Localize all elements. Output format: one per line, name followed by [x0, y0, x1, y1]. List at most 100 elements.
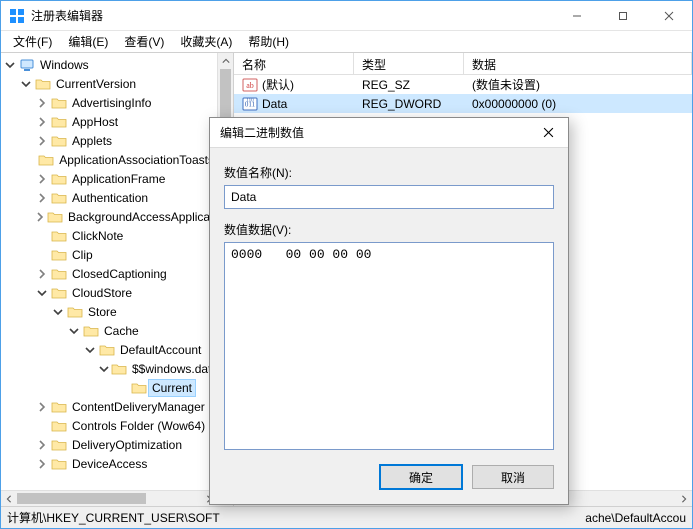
chevron-down-icon[interactable]: [67, 324, 81, 338]
column-type[interactable]: 类型: [354, 53, 464, 74]
value-name-input[interactable]: [224, 185, 554, 209]
cancel-button[interactable]: 取消: [472, 465, 554, 489]
tree-item[interactable]: DeliveryOptimization: [3, 435, 217, 454]
tree-item[interactable]: ContentDeliveryManager: [3, 397, 217, 416]
folder-icon: [51, 248, 67, 262]
tree-item-label: BackgroundAccessApplications: [65, 209, 217, 225]
chevron-down-icon[interactable]: [83, 343, 97, 357]
tree-item[interactable]: Applets: [3, 131, 217, 150]
scroll-right-icon[interactable]: [676, 491, 692, 506]
folder-icon: [51, 400, 67, 414]
ok-button[interactable]: 确定: [380, 465, 462, 489]
menu-edit[interactable]: 编辑(E): [60, 31, 116, 52]
tree-item-label: AdvertisingInfo: [69, 95, 154, 111]
tree-item-label: Store: [85, 304, 120, 320]
folder-icon: [51, 172, 67, 186]
edit-binary-dialog: 编辑二进制数值 数值名称(N): 数值数据(V): 0000 00 00 00 …: [209, 117, 569, 505]
value-type: REG_SZ: [354, 78, 464, 92]
tree-item-label: AppHost: [69, 114, 121, 130]
chevron-right-icon[interactable]: [35, 115, 49, 129]
folder-icon: [51, 286, 67, 300]
chevron-right-icon[interactable]: [35, 438, 49, 452]
tree-item-label: DefaultAccount: [117, 342, 204, 358]
registry-tree[interactable]: WindowsCurrentVersion AdvertisingInfo AppH…: [1, 53, 217, 490]
menu-help[interactable]: 帮助(H): [240, 31, 297, 52]
close-button[interactable]: [646, 1, 692, 31]
chevron-right-icon[interactable]: [35, 457, 49, 471]
tree-item[interactable]: AdvertisingInfo: [3, 93, 217, 112]
chevron-right-icon[interactable]: [35, 172, 49, 186]
chevron-right-icon[interactable]: [35, 191, 49, 205]
chevron-right-icon[interactable]: [35, 210, 45, 224]
folder-icon: [83, 324, 99, 338]
tree-item[interactable]: ClosedCaptioning: [3, 264, 217, 283]
tree-item[interactable]: Controls Folder (Wow64): [3, 416, 217, 435]
chevron-down-icon[interactable]: [3, 58, 17, 72]
column-name[interactable]: 名称: [234, 53, 354, 74]
tree-item-label: Current: [149, 380, 195, 396]
tree-item[interactable]: CloudStore: [3, 283, 217, 302]
folder-icon: [51, 267, 67, 281]
tree-item-label: CloudStore: [69, 285, 135, 301]
menu-file[interactable]: 文件(F): [5, 31, 60, 52]
tree-item-label: Cache: [101, 323, 142, 339]
value-row[interactable]: (默认) REG_SZ(数值未设置): [234, 75, 692, 94]
tree-item-label: ApplicationAssociationToasts: [56, 152, 217, 168]
column-data[interactable]: 数据: [464, 53, 692, 74]
minimize-button[interactable]: [554, 1, 600, 31]
value-name-label: 数值名称(N):: [224, 164, 554, 181]
folder-icon: [67, 305, 83, 319]
value-name: Data: [262, 97, 287, 111]
chevron-down-icon[interactable]: [19, 77, 33, 91]
tree-item[interactable]: DeviceAccess: [3, 454, 217, 473]
scroll-up-icon[interactable]: [218, 53, 234, 69]
tree-item[interactable]: Current: [3, 378, 217, 397]
value-data: (数值未设置): [464, 76, 692, 93]
statusbar: 计算机\HKEY_CURRENT_USER\SOFT ache\DefaultA…: [1, 506, 692, 528]
status-path-right: ache\DefaultAccou: [585, 511, 686, 525]
folder-icon: [51, 134, 67, 148]
tree-item[interactable]: BackgroundAccessApplications: [3, 207, 217, 226]
value-row[interactable]: DataREG_DWORD0x00000000 (0): [234, 94, 692, 113]
tree-twisty-none: [35, 229, 49, 243]
tree-item[interactable]: CurrentVersion: [3, 74, 217, 93]
tree-item-label: ClosedCaptioning: [69, 266, 170, 282]
tree-item[interactable]: $$windows.data: [3, 359, 217, 378]
tree-item[interactable]: Clip: [3, 245, 217, 264]
status-path-left: 计算机\HKEY_CURRENT_USER\SOFT: [7, 509, 220, 526]
hex-editor[interactable]: 0000 00 00 00 00 ....: [224, 242, 554, 450]
chevron-down-icon[interactable]: [35, 286, 49, 300]
tree-item[interactable]: Windows: [3, 55, 217, 74]
dialog-close-button[interactable]: [528, 118, 568, 148]
tree-item[interactable]: DefaultAccount: [3, 340, 217, 359]
chevron-down-icon[interactable]: [51, 305, 65, 319]
chevron-right-icon[interactable]: [35, 400, 49, 414]
tree-item[interactable]: Authentication: [3, 188, 217, 207]
folder-icon: [51, 419, 67, 433]
tree-item-label: ApplicationFrame: [69, 171, 168, 187]
tree-twisty-none: [115, 381, 129, 395]
tree-item[interactable]: Cache: [3, 321, 217, 340]
value-name: (默认): [262, 76, 294, 93]
app-icon: [9, 8, 25, 24]
tree-item[interactable]: ApplicationFrame: [3, 169, 217, 188]
value-list[interactable]: (默认) REG_SZ(数值未设置)DataREG_DWORD0x00000000…: [234, 75, 692, 113]
menu-favorites[interactable]: 收藏夹(A): [172, 31, 240, 52]
tree-item-label: ContentDeliveryManager: [69, 399, 208, 415]
folder-icon: [111, 362, 127, 376]
tree-item[interactable]: ApplicationAssociationToasts: [3, 150, 217, 169]
tree-item[interactable]: Store: [3, 302, 217, 321]
tree-item[interactable]: ClickNote: [3, 226, 217, 245]
tree-item-label: Authentication: [69, 190, 151, 206]
chevron-right-icon[interactable]: [35, 134, 49, 148]
tree-twisty-none: [35, 419, 49, 433]
tree-scrollbar-horizontal[interactable]: [1, 490, 217, 506]
chevron-right-icon[interactable]: [35, 96, 49, 110]
maximize-button[interactable]: [600, 1, 646, 31]
menu-view[interactable]: 查看(V): [116, 31, 172, 52]
tree-item[interactable]: AppHost: [3, 112, 217, 131]
scroll-left-icon[interactable]: [1, 491, 17, 506]
folder-icon: [51, 96, 67, 110]
chevron-down-icon[interactable]: [99, 362, 109, 376]
chevron-right-icon[interactable]: [35, 267, 49, 281]
